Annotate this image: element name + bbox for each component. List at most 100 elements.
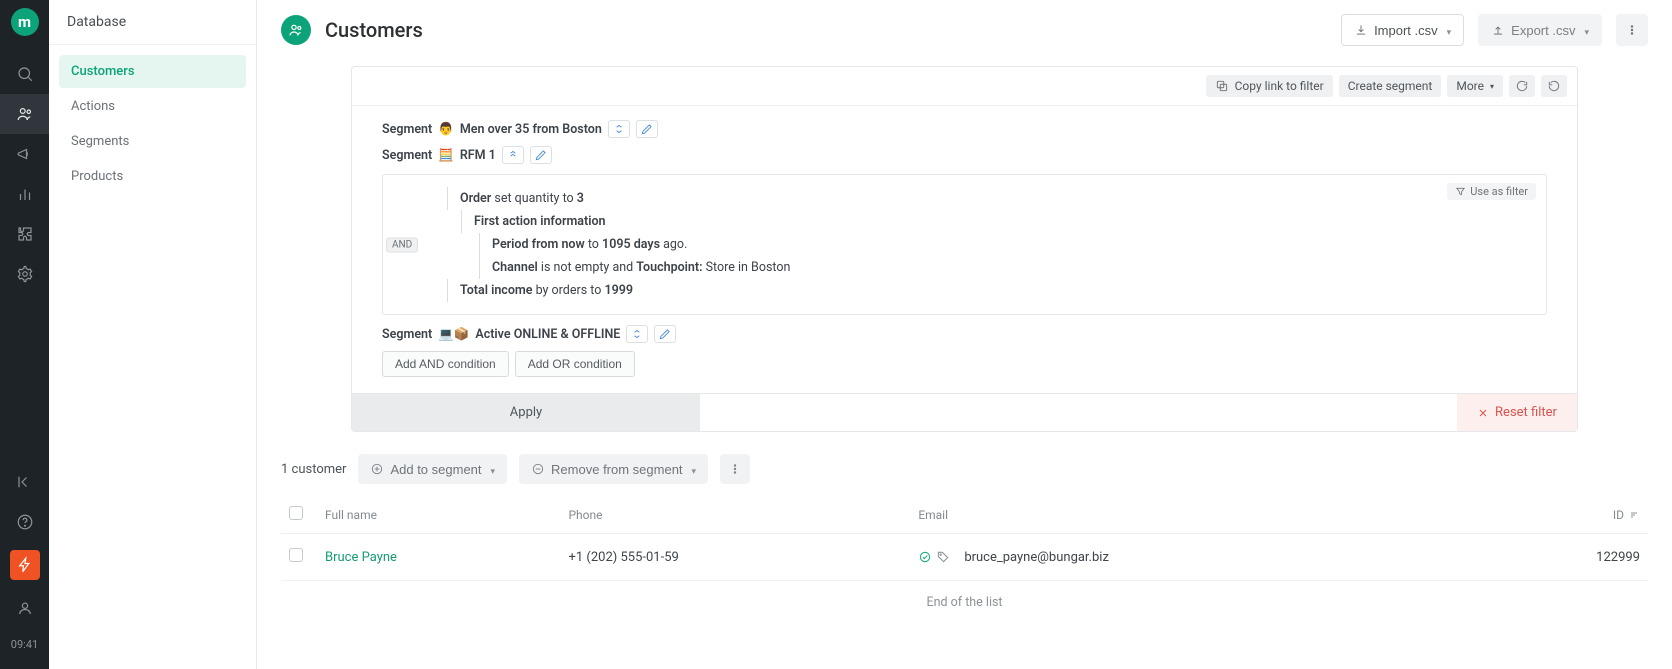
download-icon <box>1354 23 1368 37</box>
export-label: Export .csv <box>1511 23 1575 38</box>
col-name[interactable]: Full name <box>317 496 560 534</box>
sidebar-item-segments[interactable]: Segments <box>59 125 246 158</box>
results-meta: 1 customer Add to segment Remove from se… <box>281 448 1648 496</box>
table-row[interactable]: Bruce Payne +1 (202) 555-01-59 bruce_pay… <box>281 534 1648 581</box>
segment-row-a: Segment 👨 Men over 35 from Boston <box>382 116 1547 142</box>
customer-phone: +1 (202) 555-01-59 <box>560 534 910 581</box>
megaphone-icon <box>16 145 34 163</box>
filter-panel: Copy link to filter Create segment More … <box>351 66 1578 432</box>
search-icon <box>16 65 34 83</box>
pencil-icon <box>534 148 548 162</box>
page-icon <box>281 15 311 45</box>
help-icon <box>16 513 34 531</box>
kebab-icon <box>1625 23 1639 37</box>
rail-analytics[interactable] <box>0 174 49 214</box>
rail-collapse[interactable] <box>0 462 49 502</box>
sidebar-item-products[interactable]: Products <box>59 160 246 193</box>
condition-income: Total income by orders to 1999 <box>447 279 1530 302</box>
rail-extensions[interactable] <box>0 214 49 254</box>
edit-segment-button[interactable] <box>654 325 676 343</box>
end-of-list: End of the list <box>281 581 1648 624</box>
rail-help[interactable] <box>0 502 49 542</box>
expand-toggle[interactable] <box>626 325 648 343</box>
condition-channel: Channel is not empty and Touchpoint: Sto… <box>479 256 1530 279</box>
condition-first-action: First action information <box>461 210 1530 233</box>
col-email[interactable]: Email <box>910 496 1482 534</box>
kebab-icon <box>728 462 742 476</box>
tag-icon <box>936 550 950 564</box>
chevrons-up-icon <box>506 148 520 162</box>
topbar: Customers Import .csv Export .csv <box>257 0 1672 60</box>
chevron-down-icon <box>1581 23 1589 38</box>
filter-icon <box>1455 186 1466 197</box>
reload-button[interactable] <box>1541 75 1567 97</box>
plus-circle-icon <box>370 462 384 476</box>
collapse-toggle[interactable] <box>502 146 524 164</box>
rail-bolt-button[interactable] <box>10 550 40 580</box>
users-icon <box>16 105 34 123</box>
result-count: 1 customer <box>281 462 346 477</box>
col-id[interactable]: ID <box>1482 496 1648 534</box>
condition-order: Order set quantity to 3 <box>447 187 1530 210</box>
sort-icon <box>1628 509 1640 521</box>
sidebar-title: Database <box>49 0 256 45</box>
results-more-button[interactable] <box>720 454 750 484</box>
and-operator-badge: AND <box>386 237 418 252</box>
rail-profile[interactable] <box>0 588 49 628</box>
rail-settings[interactable] <box>0 254 49 294</box>
rail-campaigns[interactable] <box>0 134 49 174</box>
customer-email: bruce_payne@bungar.biz <box>964 550 1109 565</box>
customer-id: 122999 <box>1482 534 1648 581</box>
chevron-down-icon <box>488 462 496 477</box>
sidebar: Database Customers Actions Segments Prod… <box>49 0 257 669</box>
chevrons-icon <box>630 327 644 341</box>
export-csv-button[interactable]: Export .csv <box>1478 14 1602 46</box>
app-logo[interactable]: m <box>11 8 39 36</box>
pencil-icon <box>640 122 654 136</box>
topbar-more-button[interactable] <box>1616 14 1648 46</box>
main-area: Customers Import .csv Export .csv Copy l… <box>257 0 1672 669</box>
select-all-checkbox[interactable] <box>289 506 303 520</box>
rail-search[interactable] <box>0 54 49 94</box>
user-icon <box>16 599 34 617</box>
users-icon <box>288 22 304 38</box>
minus-circle-icon <box>531 462 545 476</box>
verified-icon <box>918 550 932 564</box>
add-to-segment-button[interactable]: Add to segment <box>358 454 507 484</box>
edit-segment-button[interactable] <box>636 120 658 138</box>
more-dropdown[interactable]: More ▾ <box>1447 75 1503 97</box>
chevron-down-icon <box>1444 23 1452 38</box>
rail-customers[interactable] <box>0 94 49 134</box>
apply-row: Apply Reset filter <box>352 393 1577 431</box>
apply-button[interactable]: Apply <box>352 394 700 431</box>
add-or-button[interactable]: Add OR condition <box>515 351 635 377</box>
copy-link-button[interactable]: Copy link to filter <box>1206 75 1333 97</box>
page-title: Customers <box>325 18 423 42</box>
remove-from-segment-button[interactable]: Remove from segment <box>519 454 708 484</box>
pencil-icon <box>658 327 672 341</box>
customer-name-link[interactable]: Bruce Payne <box>325 550 397 565</box>
refresh-button[interactable] <box>1509 75 1535 97</box>
gear-icon <box>16 265 34 283</box>
results-table: Full name Phone Email ID Bruce Payne +1 … <box>281 496 1648 581</box>
reset-filter-button[interactable]: Reset filter <box>1457 394 1577 431</box>
create-segment-button[interactable]: Create segment <box>1339 75 1442 97</box>
refresh-icon <box>1515 79 1529 93</box>
emoji-icon: 💻📦 <box>438 327 469 342</box>
sidebar-item-actions[interactable]: Actions <box>59 90 246 123</box>
import-label: Import .csv <box>1374 23 1438 38</box>
add-and-button[interactable]: Add AND condition <box>382 351 509 377</box>
row-checkbox[interactable] <box>289 548 303 562</box>
sidebar-item-customers[interactable]: Customers <box>59 55 246 88</box>
close-icon <box>1477 407 1489 419</box>
edit-segment-button[interactable] <box>530 146 552 164</box>
copy-icon <box>1215 79 1229 93</box>
col-phone[interactable]: Phone <box>560 496 910 534</box>
expand-toggle[interactable] <box>608 120 630 138</box>
use-as-filter-button[interactable]: Use as filter <box>1447 183 1536 200</box>
import-csv-button[interactable]: Import .csv <box>1341 14 1464 46</box>
filter-toolbar: Copy link to filter Create segment More … <box>352 67 1577 106</box>
app-rail: m 09:41 <box>0 0 49 669</box>
segment-conditions-box: Use as filter Order set quantity to 3 Fi… <box>382 174 1547 315</box>
segment-row-c: Segment 💻📦 Active ONLINE & OFFLINE <box>382 321 1547 347</box>
